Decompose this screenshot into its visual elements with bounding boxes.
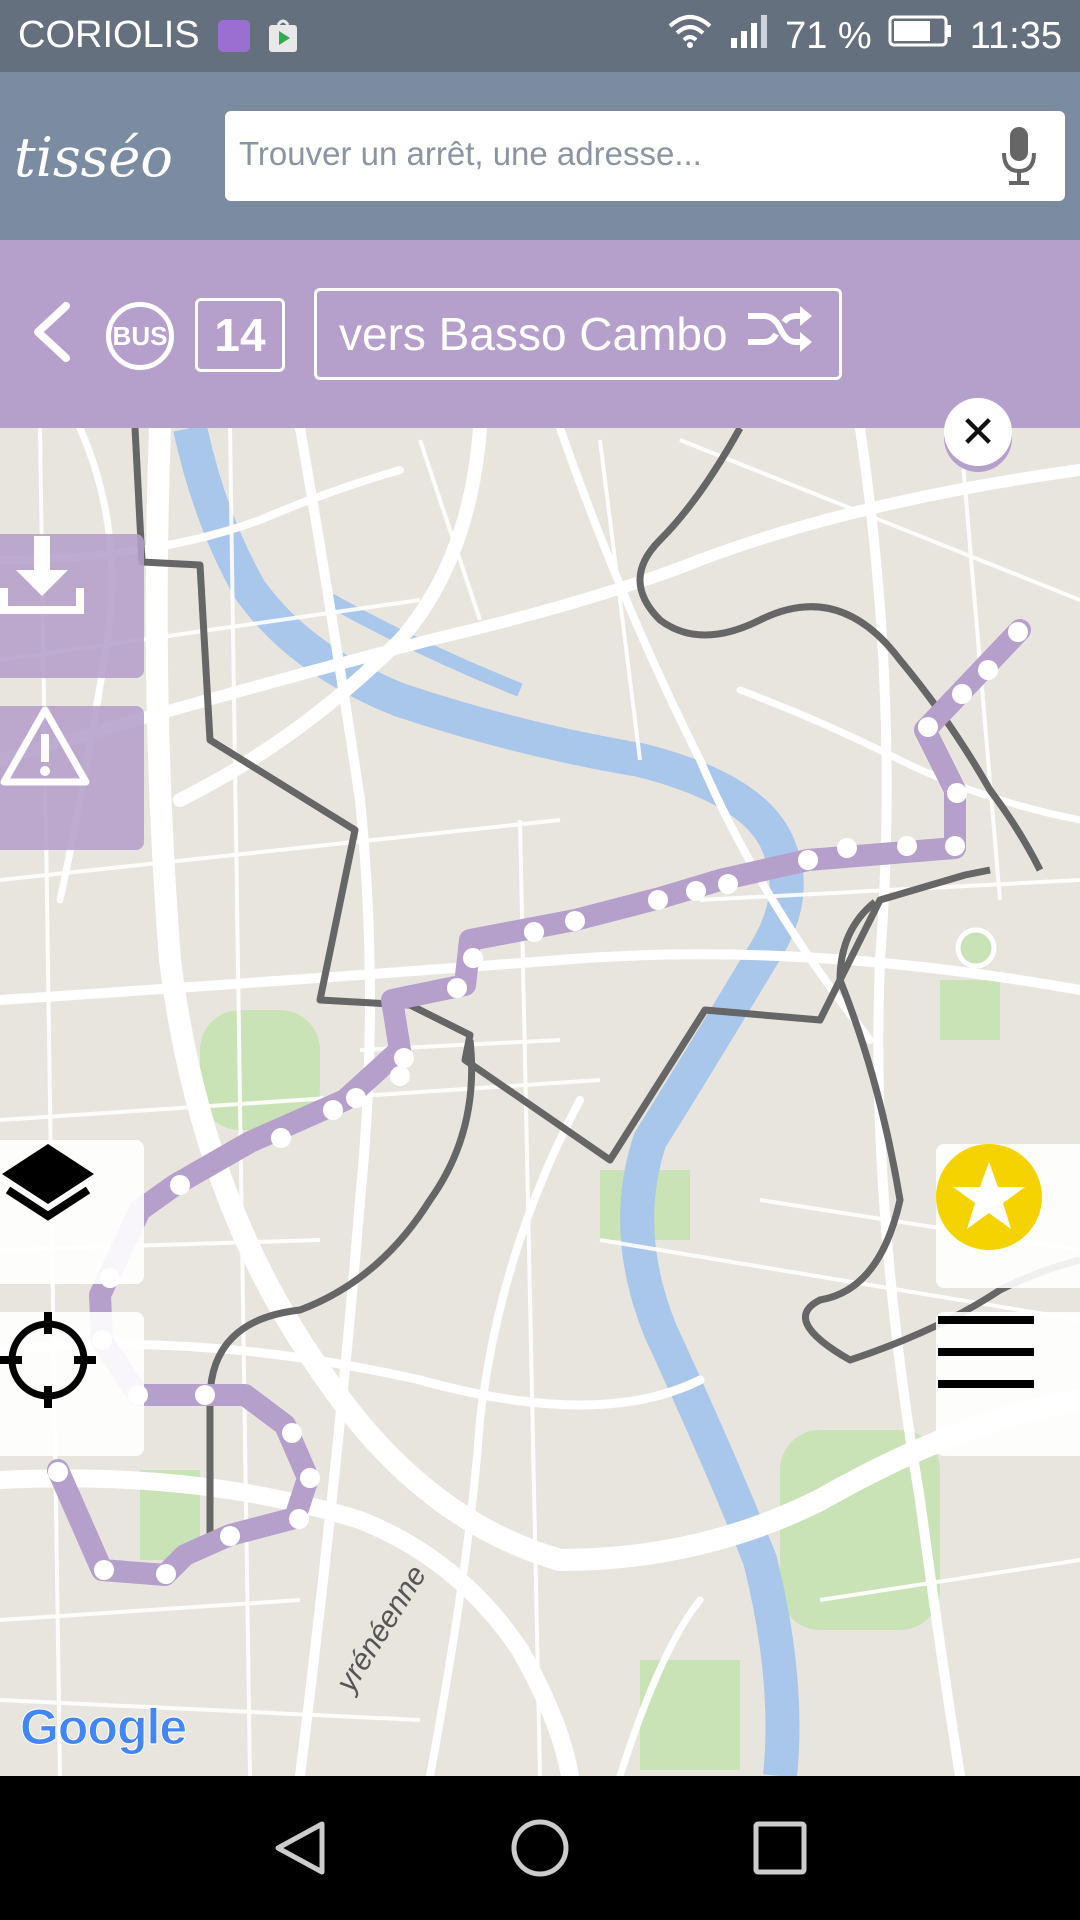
microphone-icon[interactable] [1001,125,1037,187]
svg-text:tisséo: tisséo [14,126,173,189]
map-canvas [0,428,1080,1776]
status-bar: CORIOLIS 71 % 11:35 [0,0,1080,72]
app-header: tisséo Trouver un arrêt, une adresse... [0,72,1080,240]
menu-button[interactable] [936,1312,1080,1456]
map-view[interactable]: Google [0,428,1080,1776]
recents-nav-icon[interactable] [752,1820,808,1881]
gallery-icon [217,19,250,52]
download-button[interactable] [0,534,144,678]
home-nav-icon[interactable] [510,1818,570,1883]
my-location-button[interactable] [0,1312,144,1456]
search-input[interactable]: Trouver un arrêt, une adresse... [225,111,1065,201]
line-header: BUS 14 vers Basso Cambo [0,240,1080,428]
wifi-icon [667,14,713,58]
search-placeholder: Trouver un arrêt, une adresse... [239,135,702,172]
svg-text:Google: Google [20,1699,186,1755]
bus-mode-badge: BUS [106,302,174,370]
clock: 11:35 [969,14,1062,57]
line-number-badge: 14 [195,298,285,372]
shuffle-icon [746,304,812,365]
signal-icon [729,14,769,58]
direction-toggle-button[interactable]: vers Basso Cambo [314,288,842,380]
map-parks [140,980,1000,1770]
direction-label: vers Basso Cambo [339,308,728,360]
battery-percent: 71 % [785,14,872,57]
close-icon: ✕ [959,407,997,457]
back-nav-icon[interactable] [270,1818,330,1883]
map-layers-button[interactable] [0,1140,144,1284]
alerts-button[interactable] [0,706,144,850]
tisseo-logo[interactable]: tisséo [10,114,210,200]
close-route-button[interactable]: ✕ [944,398,1012,466]
play-store-icon [268,19,298,53]
favorites-button[interactable] [936,1144,1080,1288]
carrier-label: CORIOLIS [18,14,200,56]
system-nav-bar [0,1776,1080,1920]
back-arrow-icon[interactable] [30,302,74,362]
battery-icon [888,14,954,58]
